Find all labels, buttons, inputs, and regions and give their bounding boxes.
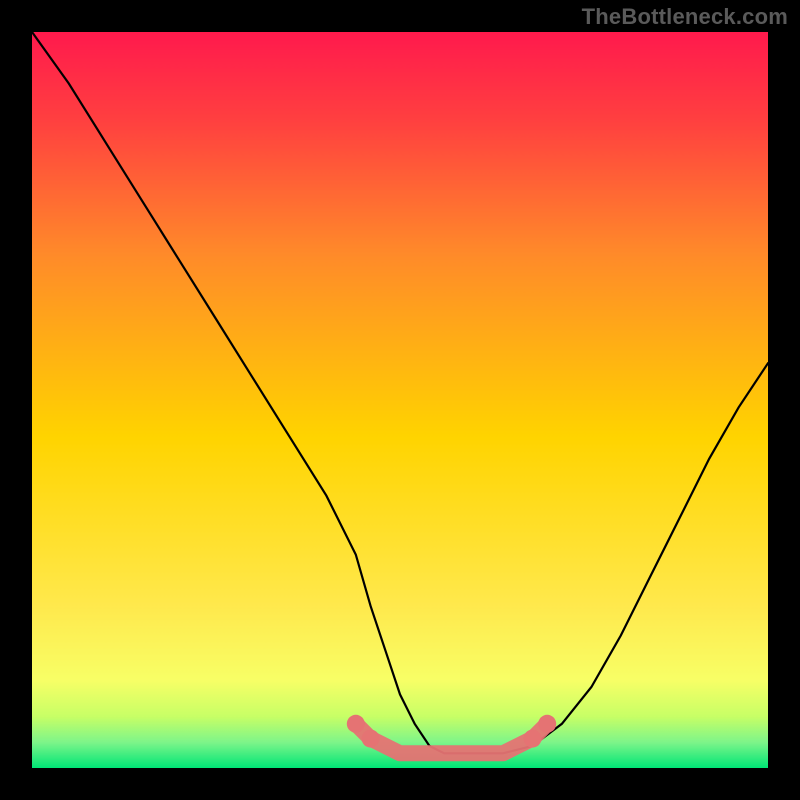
highlight-dot: [524, 730, 542, 748]
plot-area: [32, 32, 768, 768]
bottleneck-curve: [32, 32, 768, 753]
highlight-dot: [347, 715, 365, 733]
watermark-label: TheBottleneck.com: [582, 4, 788, 30]
chart-frame: TheBottleneck.com: [0, 0, 800, 800]
highlight-dot: [362, 730, 380, 748]
highlight-segment: [356, 724, 547, 754]
highlight-dot: [538, 715, 556, 733]
chart-overlay: [32, 32, 768, 768]
